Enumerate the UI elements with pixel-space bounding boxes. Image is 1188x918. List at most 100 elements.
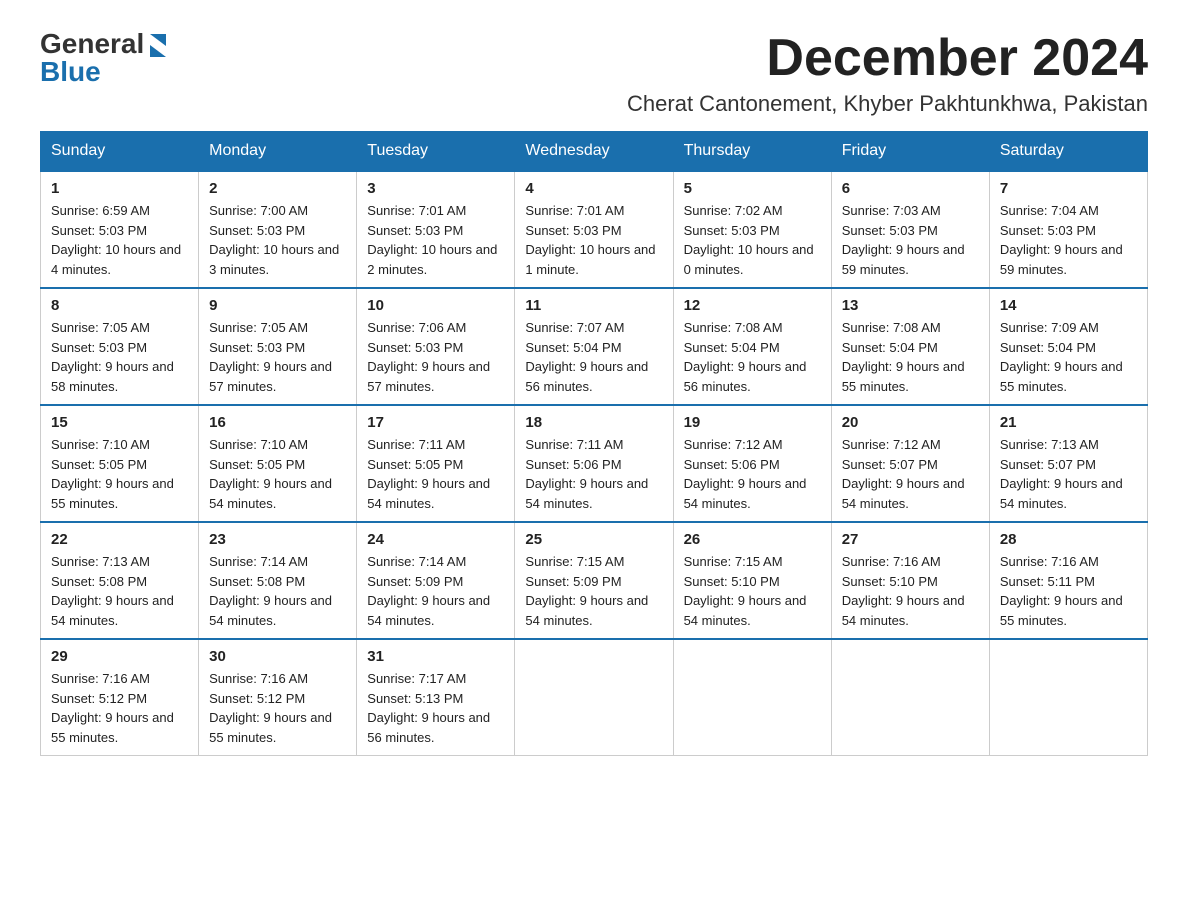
- col-thursday: Thursday: [673, 132, 831, 172]
- day-number: 16: [209, 414, 346, 431]
- col-sunday: Sunday: [41, 132, 199, 172]
- calendar-week-row: 15 Sunrise: 7:10 AMSunset: 5:05 PMDaylig…: [41, 405, 1148, 522]
- table-row: 17 Sunrise: 7:11 AMSunset: 5:05 PMDaylig…: [357, 405, 515, 522]
- table-row: [515, 639, 673, 756]
- logo-blue-text: Blue: [40, 58, 101, 86]
- day-number: 2: [209, 180, 346, 197]
- day-number: 30: [209, 648, 346, 665]
- day-number: 20: [842, 414, 979, 431]
- day-info: Sunrise: 7:16 AMSunset: 5:10 PMDaylight:…: [842, 552, 979, 630]
- table-row: 24 Sunrise: 7:14 AMSunset: 5:09 PMDaylig…: [357, 522, 515, 639]
- day-info: Sunrise: 7:17 AMSunset: 5:13 PMDaylight:…: [367, 669, 504, 747]
- day-info: Sunrise: 7:11 AMSunset: 5:06 PMDaylight:…: [525, 435, 662, 513]
- day-info: Sunrise: 7:02 AMSunset: 5:03 PMDaylight:…: [684, 201, 821, 279]
- day-info: Sunrise: 7:06 AMSunset: 5:03 PMDaylight:…: [367, 318, 504, 396]
- calendar-header-row: Sunday Monday Tuesday Wednesday Thursday…: [41, 132, 1148, 172]
- day-info: Sunrise: 7:10 AMSunset: 5:05 PMDaylight:…: [51, 435, 188, 513]
- table-row: [989, 639, 1147, 756]
- day-number: 18: [525, 414, 662, 431]
- table-row: 4 Sunrise: 7:01 AMSunset: 5:03 PMDayligh…: [515, 171, 673, 288]
- table-row: 22 Sunrise: 7:13 AMSunset: 5:08 PMDaylig…: [41, 522, 199, 639]
- day-info: Sunrise: 7:08 AMSunset: 5:04 PMDaylight:…: [842, 318, 979, 396]
- day-info: Sunrise: 7:13 AMSunset: 5:07 PMDaylight:…: [1000, 435, 1137, 513]
- day-number: 10: [367, 297, 504, 314]
- day-number: 14: [1000, 297, 1137, 314]
- day-info: Sunrise: 7:08 AMSunset: 5:04 PMDaylight:…: [684, 318, 821, 396]
- day-info: Sunrise: 7:04 AMSunset: 5:03 PMDaylight:…: [1000, 201, 1137, 279]
- table-row: 28 Sunrise: 7:16 AMSunset: 5:11 PMDaylig…: [989, 522, 1147, 639]
- logo-general-text: General: [40, 30, 144, 58]
- table-row: 3 Sunrise: 7:01 AMSunset: 5:03 PMDayligh…: [357, 171, 515, 288]
- table-row: 12 Sunrise: 7:08 AMSunset: 5:04 PMDaylig…: [673, 288, 831, 405]
- day-number: 27: [842, 531, 979, 548]
- col-wednesday: Wednesday: [515, 132, 673, 172]
- day-info: Sunrise: 7:10 AMSunset: 5:05 PMDaylight:…: [209, 435, 346, 513]
- day-number: 5: [684, 180, 821, 197]
- day-number: 28: [1000, 531, 1137, 548]
- day-info: Sunrise: 7:16 AMSunset: 5:12 PMDaylight:…: [51, 669, 188, 747]
- day-number: 19: [684, 414, 821, 431]
- table-row: 7 Sunrise: 7:04 AMSunset: 5:03 PMDayligh…: [989, 171, 1147, 288]
- day-info: Sunrise: 7:03 AMSunset: 5:03 PMDaylight:…: [842, 201, 979, 279]
- day-info: Sunrise: 7:09 AMSunset: 5:04 PMDaylight:…: [1000, 318, 1137, 396]
- day-number: 8: [51, 297, 188, 314]
- day-number: 17: [367, 414, 504, 431]
- calendar-week-row: 29 Sunrise: 7:16 AMSunset: 5:12 PMDaylig…: [41, 639, 1148, 756]
- table-row: 31 Sunrise: 7:17 AMSunset: 5:13 PMDaylig…: [357, 639, 515, 756]
- location-title: Cherat Cantonement, Khyber Pakhtunkhwa, …: [627, 91, 1148, 117]
- logo: General Blue: [40, 30, 166, 86]
- table-row: 25 Sunrise: 7:15 AMSunset: 5:09 PMDaylig…: [515, 522, 673, 639]
- day-info: Sunrise: 7:14 AMSunset: 5:09 PMDaylight:…: [367, 552, 504, 630]
- calendar-table: Sunday Monday Tuesday Wednesday Thursday…: [40, 131, 1148, 756]
- day-info: Sunrise: 7:11 AMSunset: 5:05 PMDaylight:…: [367, 435, 504, 513]
- day-number: 26: [684, 531, 821, 548]
- day-info: Sunrise: 7:16 AMSunset: 5:12 PMDaylight:…: [209, 669, 346, 747]
- col-friday: Friday: [831, 132, 989, 172]
- day-number: 11: [525, 297, 662, 314]
- table-row: 18 Sunrise: 7:11 AMSunset: 5:06 PMDaylig…: [515, 405, 673, 522]
- table-row: 14 Sunrise: 7:09 AMSunset: 5:04 PMDaylig…: [989, 288, 1147, 405]
- day-number: 21: [1000, 414, 1137, 431]
- page-header: General Blue December 2024 Cherat Canton…: [40, 30, 1148, 117]
- table-row: 27 Sunrise: 7:16 AMSunset: 5:10 PMDaylig…: [831, 522, 989, 639]
- day-number: 22: [51, 531, 188, 548]
- table-row: 2 Sunrise: 7:00 AMSunset: 5:03 PMDayligh…: [199, 171, 357, 288]
- table-row: 26 Sunrise: 7:15 AMSunset: 5:10 PMDaylig…: [673, 522, 831, 639]
- table-row: 11 Sunrise: 7:07 AMSunset: 5:04 PMDaylig…: [515, 288, 673, 405]
- table-row: 16 Sunrise: 7:10 AMSunset: 5:05 PMDaylig…: [199, 405, 357, 522]
- table-row: 15 Sunrise: 7:10 AMSunset: 5:05 PMDaylig…: [41, 405, 199, 522]
- table-row: [673, 639, 831, 756]
- day-number: 13: [842, 297, 979, 314]
- day-number: 24: [367, 531, 504, 548]
- table-row: [831, 639, 989, 756]
- day-info: Sunrise: 7:15 AMSunset: 5:10 PMDaylight:…: [684, 552, 821, 630]
- day-info: Sunrise: 7:05 AMSunset: 5:03 PMDaylight:…: [51, 318, 188, 396]
- day-info: Sunrise: 7:14 AMSunset: 5:08 PMDaylight:…: [209, 552, 346, 630]
- month-title: December 2024: [627, 30, 1148, 87]
- day-number: 3: [367, 180, 504, 197]
- title-section: December 2024 Cherat Cantonement, Khyber…: [627, 30, 1148, 117]
- day-number: 31: [367, 648, 504, 665]
- table-row: 20 Sunrise: 7:12 AMSunset: 5:07 PMDaylig…: [831, 405, 989, 522]
- table-row: 19 Sunrise: 7:12 AMSunset: 5:06 PMDaylig…: [673, 405, 831, 522]
- table-row: 9 Sunrise: 7:05 AMSunset: 5:03 PMDayligh…: [199, 288, 357, 405]
- day-number: 9: [209, 297, 346, 314]
- col-tuesday: Tuesday: [357, 132, 515, 172]
- day-info: Sunrise: 6:59 AMSunset: 5:03 PMDaylight:…: [51, 201, 188, 279]
- calendar-week-row: 22 Sunrise: 7:13 AMSunset: 5:08 PMDaylig…: [41, 522, 1148, 639]
- day-info: Sunrise: 7:13 AMSunset: 5:08 PMDaylight:…: [51, 552, 188, 630]
- day-number: 23: [209, 531, 346, 548]
- table-row: 10 Sunrise: 7:06 AMSunset: 5:03 PMDaylig…: [357, 288, 515, 405]
- table-row: 29 Sunrise: 7:16 AMSunset: 5:12 PMDaylig…: [41, 639, 199, 756]
- day-info: Sunrise: 7:00 AMSunset: 5:03 PMDaylight:…: [209, 201, 346, 279]
- day-number: 1: [51, 180, 188, 197]
- table-row: 8 Sunrise: 7:05 AMSunset: 5:03 PMDayligh…: [41, 288, 199, 405]
- table-row: 23 Sunrise: 7:14 AMSunset: 5:08 PMDaylig…: [199, 522, 357, 639]
- col-monday: Monday: [199, 132, 357, 172]
- table-row: 13 Sunrise: 7:08 AMSunset: 5:04 PMDaylig…: [831, 288, 989, 405]
- day-number: 7: [1000, 180, 1137, 197]
- day-info: Sunrise: 7:05 AMSunset: 5:03 PMDaylight:…: [209, 318, 346, 396]
- calendar-week-row: 8 Sunrise: 7:05 AMSunset: 5:03 PMDayligh…: [41, 288, 1148, 405]
- day-number: 15: [51, 414, 188, 431]
- table-row: 5 Sunrise: 7:02 AMSunset: 5:03 PMDayligh…: [673, 171, 831, 288]
